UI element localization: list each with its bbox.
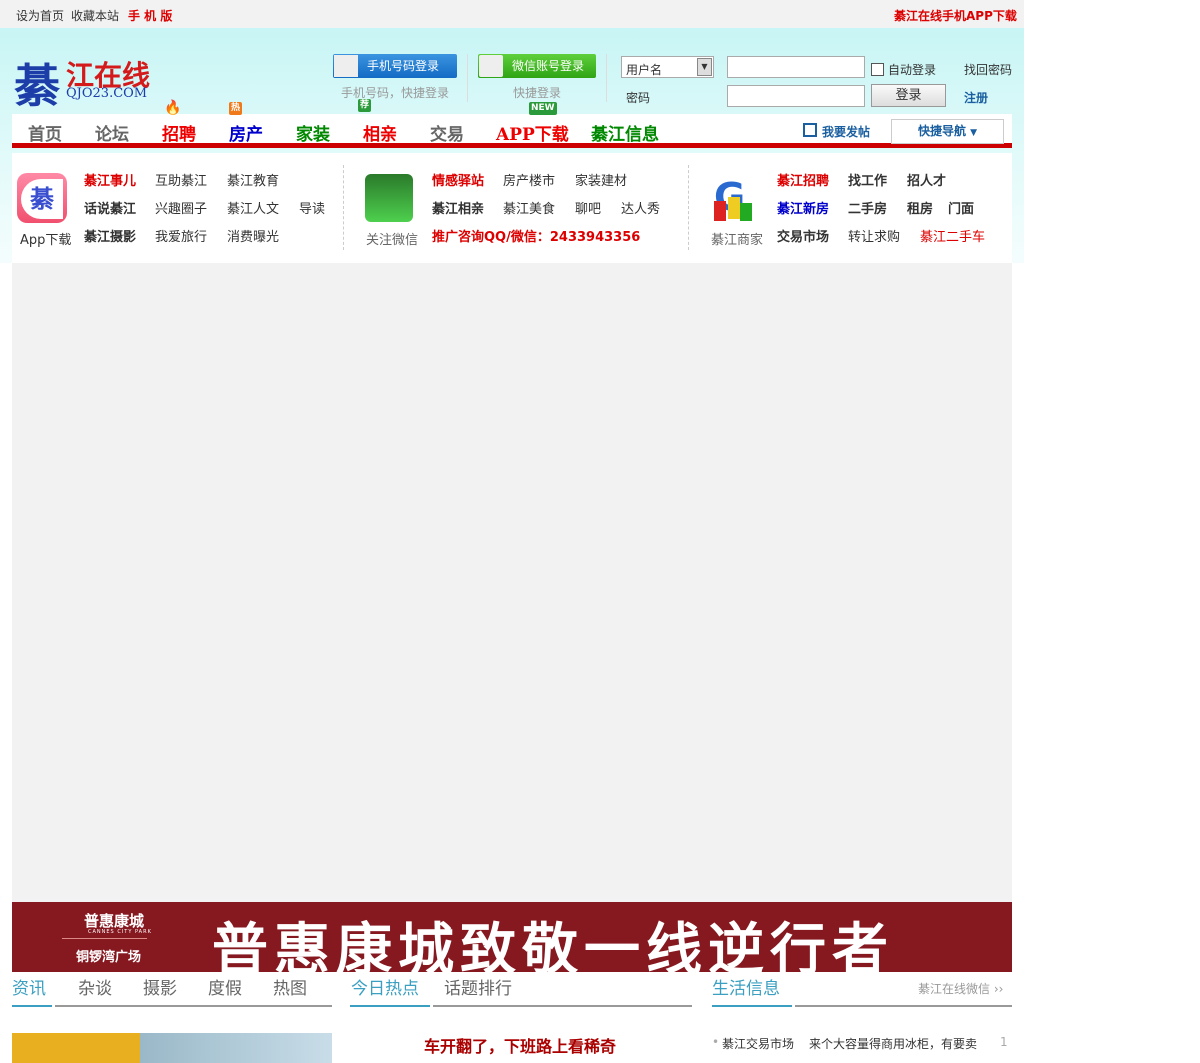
- quick-link[interactable]: 家装建材: [575, 170, 627, 189]
- life-item-count: 1: [1000, 1035, 1008, 1049]
- wechat-icon: [479, 55, 503, 77]
- nav-home[interactable]: 首页: [28, 120, 62, 145]
- nav-dating[interactable]: 相亲: [363, 120, 397, 145]
- quick-links: 綦 App下载 綦江事儿 互助綦江 綦江教育 话说綦江 兴趣圈子 綦江人文 导读…: [12, 153, 1012, 263]
- main-nav: 首页 论坛 招聘 房产 家装 相亲 交易 APP下载 綦江信息 🔥 热 荐 NE…: [12, 99, 1012, 148]
- phone-icon: [334, 55, 358, 77]
- nav-app[interactable]: APP下载: [496, 120, 569, 145]
- tab-hot-pics[interactable]: 热图: [273, 974, 307, 999]
- shopping-bag-icon[interactable]: G: [710, 173, 758, 223]
- quick-link[interactable]: 我爱旅行: [155, 226, 207, 245]
- chevron-down-icon: ▼: [697, 58, 712, 76]
- password-input[interactable]: [727, 85, 865, 107]
- app-icon[interactable]: 綦: [17, 173, 67, 223]
- quick-link[interactable]: 綦江新房: [777, 198, 829, 217]
- quick-link[interactable]: 綦江事儿: [84, 170, 136, 189]
- quick-link[interactable]: 找工作: [848, 170, 887, 189]
- fire-icon: 🔥: [164, 100, 182, 116]
- quick-link[interactable]: 綦江招聘: [777, 170, 829, 189]
- headline-link[interactable]: 车开翻了，下班路上看稀奇: [424, 1033, 616, 1057]
- life-item-link[interactable]: 来个大容量得商用冰柜，有要卖: [809, 1035, 977, 1052]
- username-input[interactable]: [727, 56, 865, 78]
- new-badge: NEW: [529, 102, 557, 115]
- register-link[interactable]: 注册: [964, 89, 988, 106]
- quick-link[interactable]: 话说綦江: [84, 198, 136, 217]
- auto-login-checkbox[interactable]: [871, 63, 884, 76]
- forgot-password-link[interactable]: 找回密码: [964, 61, 1012, 78]
- tab-vacation[interactable]: 度假: [208, 974, 242, 999]
- life-category-link[interactable]: 綦江交易市场: [722, 1035, 794, 1052]
- quick-link[interactable]: 导读: [299, 198, 325, 217]
- quick-link[interactable]: 房产楼市: [503, 170, 555, 189]
- nav-decor[interactable]: 家装: [296, 120, 330, 145]
- quick-link[interactable]: 情感驿站: [432, 170, 484, 189]
- caret-down-icon: ▼: [970, 128, 978, 138]
- promo-contact: 推广咨询QQ/微信：2433943356: [432, 230, 641, 245]
- nav-housing[interactable]: 房产: [229, 120, 263, 145]
- merchants-label[interactable]: 綦江商家: [711, 229, 763, 248]
- quick-link[interactable]: 互助綦江: [155, 170, 207, 189]
- bookmark-link[interactable]: 收藏本站: [71, 7, 119, 24]
- post-button[interactable]: 我要发帖: [822, 123, 870, 140]
- phone-login-hint: 手机号码，快捷登录: [341, 86, 450, 100]
- quick-link[interactable]: 达人秀: [621, 198, 660, 217]
- follow-wechat-label[interactable]: 关注微信: [366, 229, 418, 248]
- ad-banner[interactable]: 普惠康城 CANNES CITY PARK 铜锣湾广场 普惠康城致敬一线逆行者: [12, 902, 1012, 983]
- quick-link[interactable]: 租房: [907, 198, 933, 217]
- login-button[interactable]: 登录: [871, 84, 946, 107]
- quick-link[interactable]: 消费曝光: [227, 226, 279, 245]
- top-bar: 设为首页 收藏本站 手 机 版 綦江在线手机APP下载: [0, 0, 1024, 28]
- quick-link[interactable]: 交易市场: [777, 226, 829, 245]
- mobile-link[interactable]: 手 机 版: [128, 7, 172, 24]
- quick-link[interactable]: 綦江相亲: [432, 198, 484, 217]
- username-type-select[interactable]: 用户名 ▼: [621, 56, 714, 78]
- quick-link[interactable]: 綦江人文: [227, 198, 279, 217]
- nav-trade[interactable]: 交易: [430, 120, 464, 145]
- quick-nav-dropdown[interactable]: 快捷导航 ▼: [891, 119, 1004, 144]
- quick-link[interactable]: 聊吧: [575, 198, 601, 217]
- quick-link[interactable]: 綦江教育: [227, 170, 279, 189]
- wechat-qr-icon[interactable]: [365, 174, 413, 222]
- app-download-label[interactable]: App下载: [20, 229, 71, 248]
- tab-news[interactable]: 资讯: [12, 974, 46, 999]
- wechat-login-hint: 快捷登录: [513, 86, 562, 100]
- news-thumbnail[interactable]: [12, 1033, 332, 1063]
- tab-photo[interactable]: 摄影: [143, 974, 177, 999]
- quick-link[interactable]: 綦江美食: [503, 198, 555, 217]
- nav-info[interactable]: 綦江信息: [591, 120, 659, 145]
- recommend-badge: 荐: [358, 99, 372, 112]
- hot-badge: 热: [229, 102, 243, 115]
- nav-jobs[interactable]: 招聘: [162, 120, 196, 145]
- app-download-link[interactable]: 綦江在线手机APP下载: [894, 7, 1017, 24]
- tab-chat[interactable]: 杂谈: [78, 974, 112, 999]
- password-label: 密码: [626, 91, 651, 105]
- edit-icon: [803, 123, 817, 137]
- wechat-login-button[interactable]: 微信账号登录: [478, 54, 596, 78]
- quick-link[interactable]: 綦江二手车: [920, 226, 985, 245]
- tab-topic-rank[interactable]: 话题排行: [444, 974, 512, 999]
- tab-life-info[interactable]: 生活信息: [712, 974, 780, 999]
- quick-link[interactable]: 兴趣圈子: [155, 198, 207, 217]
- quick-link[interactable]: 綦江摄影: [84, 226, 136, 245]
- quick-link[interactable]: 招人才: [907, 170, 946, 189]
- set-home-link[interactable]: 设为首页: [16, 7, 64, 24]
- wechat-more-link[interactable]: 綦江在线微信 ››: [918, 980, 1003, 997]
- quick-link[interactable]: 转让求购: [848, 226, 900, 245]
- ad-placeholder: [12, 263, 1012, 902]
- quick-link[interactable]: 门面: [948, 198, 974, 217]
- nav-forum[interactable]: 论坛: [95, 120, 129, 145]
- tab-today-hot[interactable]: 今日热点: [351, 974, 419, 999]
- quick-link[interactable]: 二手房: [848, 198, 887, 217]
- auto-login-label: 自动登录: [888, 63, 937, 77]
- phone-login-button[interactable]: 手机号码登录: [333, 54, 457, 78]
